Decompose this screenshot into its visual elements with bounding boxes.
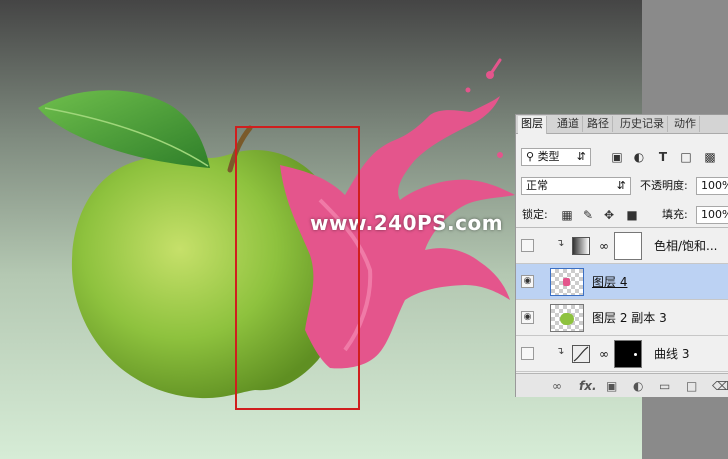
eye-icon[interactable]: ◉ — [521, 311, 534, 324]
fill-label: 填充: — [662, 208, 688, 221]
filter-kind-select[interactable]: ⚲ 类型 ⇵ — [521, 148, 591, 166]
shape-filter-icon[interactable]: □ — [679, 148, 693, 166]
layer-row-layer-4[interactable]: ◉ 图层 4 — [516, 264, 728, 300]
eye-icon[interactable]: ◉ — [521, 275, 534, 288]
layer-row-hue-saturation[interactable]: ↴ ∞ 色相/饱和... — [516, 228, 728, 264]
link-layers-icon[interactable]: ∞ — [552, 378, 562, 394]
lock-all-icon[interactable]: ■ — [625, 206, 639, 224]
smart-object-filter-icon[interactable]: ▩ — [703, 148, 717, 166]
dropdown-arrows-icon: ⇵ — [576, 150, 586, 163]
layer-name[interactable]: 图层 4 — [592, 264, 627, 300]
visibility-toggle[interactable] — [521, 347, 534, 360]
tab-paths[interactable]: 路径 — [584, 116, 613, 132]
adjustment-filter-icon[interactable]: ◐ — [632, 148, 646, 166]
filter-kind-value: 类型 — [537, 150, 560, 163]
thumbnail-content — [560, 313, 574, 325]
opacity-label: 不透明度: — [640, 179, 688, 192]
magnifier-icon: ⚲ — [526, 150, 535, 163]
layer-mask-thumbnail[interactable] — [614, 232, 642, 260]
dropdown-arrows-icon: ⇵ — [616, 179, 626, 192]
lock-transparent-icon[interactable]: ▦ — [560, 206, 574, 224]
new-layer-icon[interactable]: □ — [686, 378, 697, 394]
layer-row-layer-2-copy-3[interactable]: ◉ 图层 2 副本 3 — [516, 300, 728, 336]
layer-thumbnail[interactable] — [550, 304, 584, 332]
tab-channels[interactable]: 通道 — [554, 116, 583, 132]
new-adjustment-icon[interactable]: ◐ — [633, 378, 643, 394]
opacity-input[interactable]: 100% — [696, 177, 728, 195]
layer-thumbnail[interactable] — [550, 268, 584, 296]
tab-history[interactable]: 历史记录 — [617, 116, 668, 132]
selection-marquee — [235, 126, 360, 410]
layer-name[interactable]: 曲线 3 — [654, 336, 689, 372]
clipping-arrow-icon: ↴ — [556, 238, 565, 249]
adjustment-icon — [572, 237, 590, 255]
clipping-arrow-icon: ↴ — [556, 346, 565, 357]
tab-actions[interactable]: 动作 — [671, 116, 700, 132]
link-chain-icon: ∞ — [599, 239, 609, 253]
layer-name[interactable]: 图层 2 副本 3 — [592, 300, 667, 336]
add-mask-icon[interactable]: ▣ — [606, 378, 617, 394]
lock-label: 锁定: — [522, 208, 548, 221]
layer-name[interactable]: 色相/饱和... — [654, 228, 718, 264]
visibility-toggle[interactable] — [521, 239, 534, 252]
mask-dot — [634, 353, 637, 356]
pixel-filter-icon[interactable]: ▣ — [610, 148, 624, 166]
layers-panel: 图层 通道 路径 历史记录 动作 ⚲ 类型 ⇵ ▣ ◐ T □ ▩ 正常 ⇵ 不… — [515, 114, 728, 397]
trash-icon[interactable]: ⌫ — [712, 378, 728, 394]
layer-mask-thumbnail[interactable] — [614, 340, 642, 368]
blend-mode-select[interactable]: 正常 ⇵ — [521, 177, 631, 195]
layer-row-curves-3[interactable]: ↴ ∞ 曲线 3 — [516, 336, 728, 372]
curves-icon — [572, 345, 590, 363]
lock-position-icon[interactable]: ✥ — [602, 206, 616, 224]
thumbnail-content — [563, 278, 570, 286]
link-chain-icon: ∞ — [599, 347, 609, 361]
fx-button[interactable]: fx. — [579, 378, 597, 394]
curve-line — [573, 346, 589, 362]
type-filter-icon[interactable]: T — [656, 148, 670, 166]
fill-input[interactable]: 100% — [696, 206, 728, 224]
new-group-icon[interactable]: ▭ — [659, 378, 670, 394]
layers-footer: ∞ fx. ▣ ◐ ▭ □ ⌫ — [516, 373, 728, 397]
panel-tab-strip: 图层 通道 路径 历史记录 动作 — [516, 115, 728, 134]
lock-brush-icon[interactable]: ✎ — [581, 206, 595, 224]
apple-leaf — [38, 90, 210, 168]
blend-mode-value: 正常 — [526, 179, 548, 192]
tab-layers[interactable]: 图层 — [518, 116, 547, 134]
